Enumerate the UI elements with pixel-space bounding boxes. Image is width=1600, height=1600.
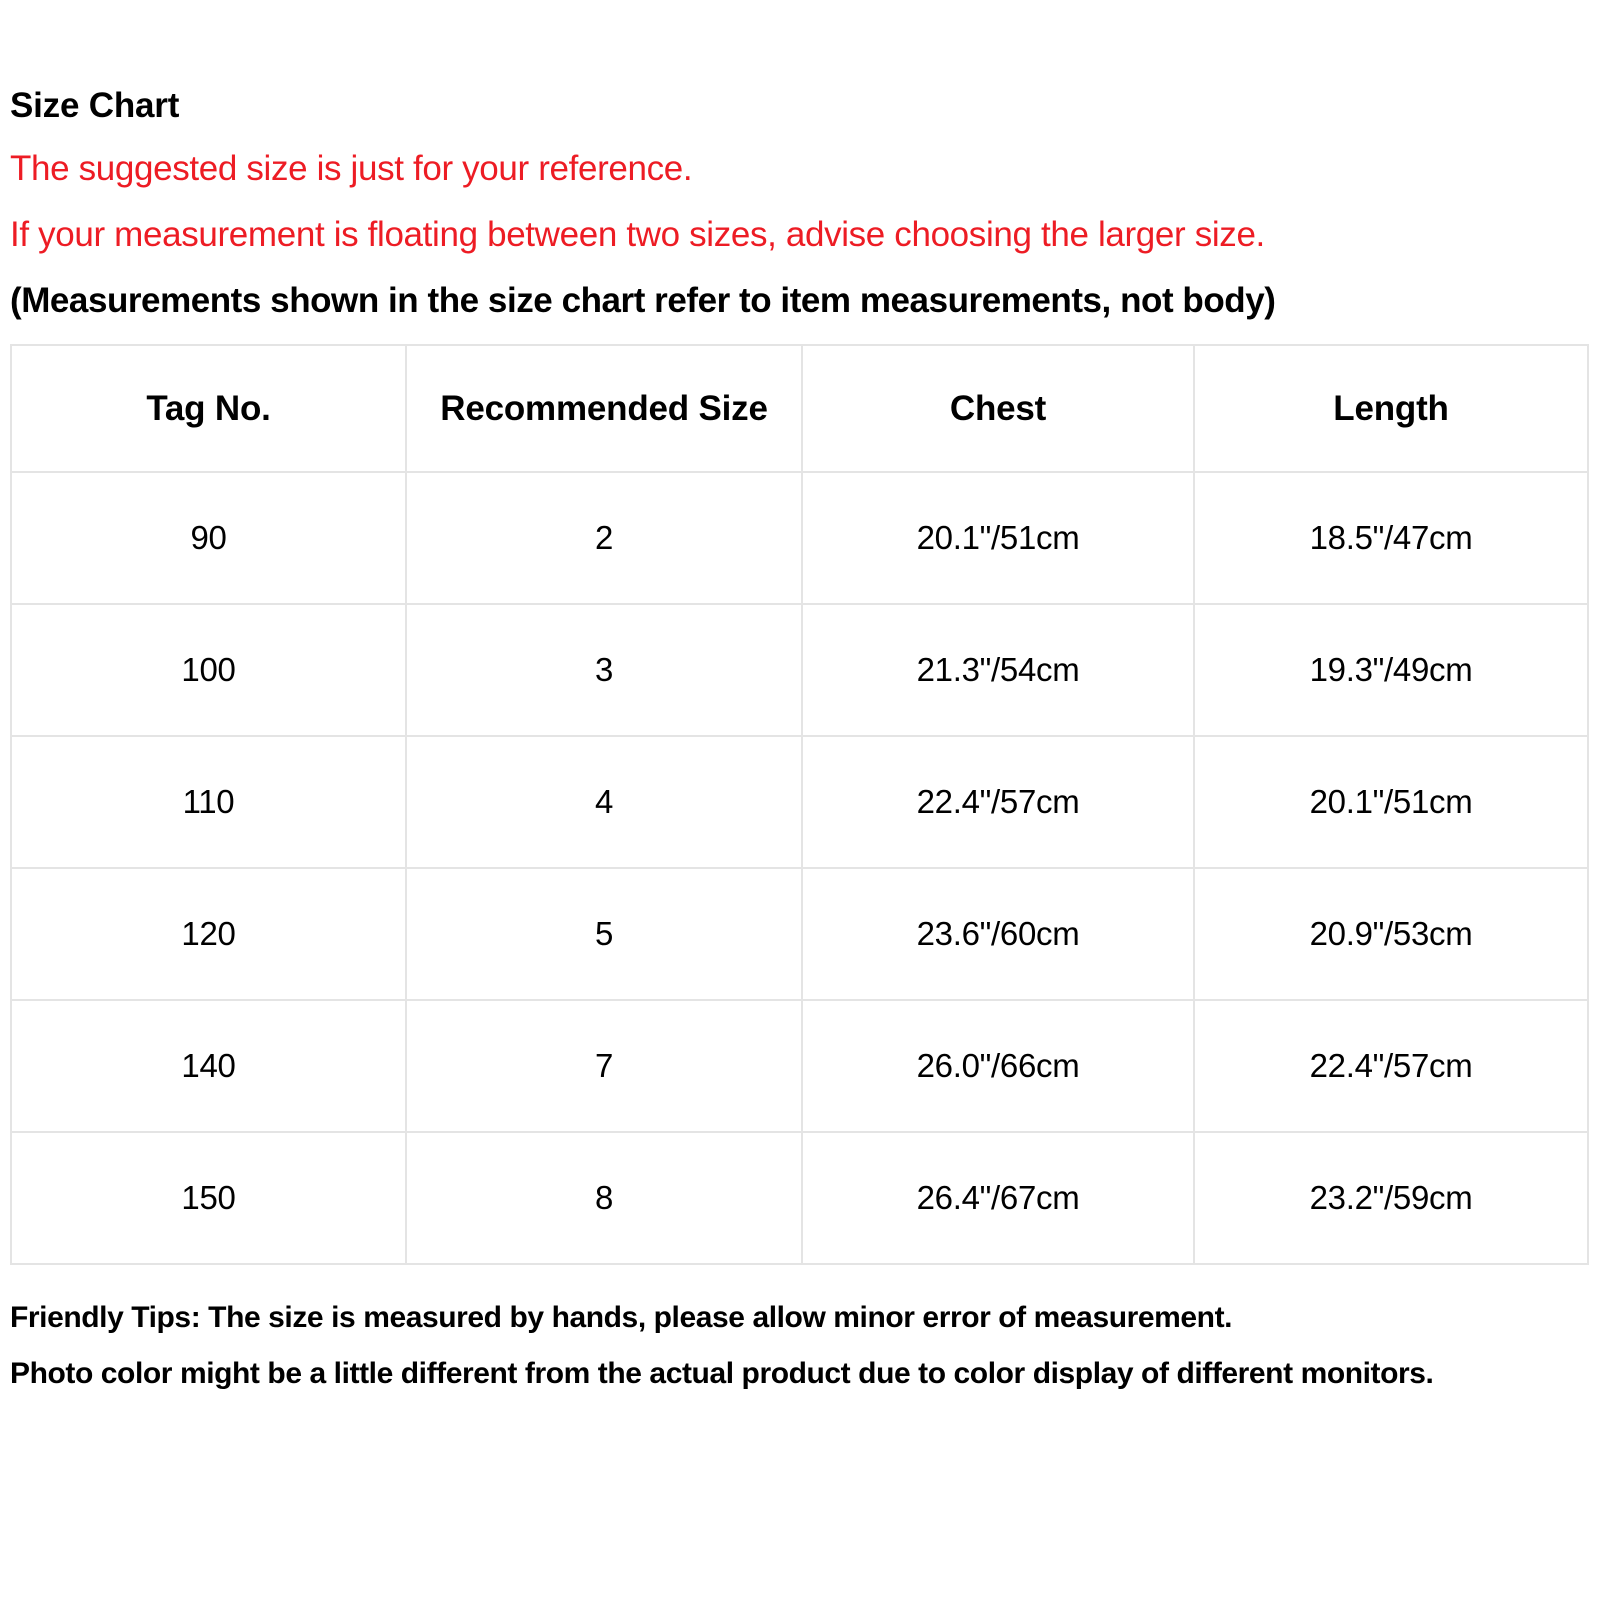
- table-header: Tag No. Recommended Size Chest Length: [10, 344, 1589, 473]
- cell-chest: 22.4"/57cm: [801, 735, 1195, 869]
- note-item-measurements: (Measurements shown in the size chart re…: [10, 281, 1276, 320]
- cell-tag-no: 100: [10, 603, 407, 737]
- cell-recommended-size: 2: [405, 471, 803, 605]
- cell-length: 22.4"/57cm: [1193, 999, 1589, 1133]
- page-title: Size Chart: [10, 86, 180, 125]
- cell-length: 18.5"/47cm: [1193, 471, 1589, 605]
- footer-block: Friendly Tips: The size is measured by h…: [10, 1265, 1590, 1389]
- cell-tag-no: 120: [10, 867, 407, 1001]
- table-row: 150 8 26.4"/67cm 23.2"/59cm: [10, 1131, 1589, 1265]
- cell-recommended-size: 4: [405, 735, 803, 869]
- cell-length: 19.3"/49cm: [1193, 603, 1589, 737]
- table-row: 140 7 26.0"/66cm 22.4"/57cm: [10, 999, 1589, 1133]
- table-header-row: Tag No. Recommended Size Chest Length: [10, 344, 1589, 473]
- size-chart-table: Tag No. Recommended Size Chest Length 90…: [10, 344, 1589, 1265]
- cell-tag-no: 110: [10, 735, 407, 869]
- cell-chest: 26.0"/66cm: [801, 999, 1195, 1133]
- column-header-tag-no: Tag No.: [10, 344, 407, 473]
- cell-length: 23.2"/59cm: [1193, 1131, 1589, 1265]
- table-row: 120 5 23.6"/60cm 20.9"/53cm: [10, 867, 1589, 1001]
- cell-recommended-size: 3: [405, 603, 803, 737]
- note-reference: The suggested size is just for your refe…: [10, 149, 693, 188]
- cell-recommended-size: 7: [405, 999, 803, 1133]
- cell-chest: 20.1"/51cm: [801, 471, 1195, 605]
- column-header-length: Length: [1193, 344, 1589, 473]
- cell-recommended-size: 8: [405, 1131, 803, 1265]
- table-row: 100 3 21.3"/54cm 19.3"/49cm: [10, 603, 1589, 737]
- cell-length: 20.9"/53cm: [1193, 867, 1589, 1001]
- cell-chest: 21.3"/54cm: [801, 603, 1195, 737]
- cell-tag-no: 140: [10, 999, 407, 1133]
- column-header-recommended-size: Recommended Size: [405, 344, 803, 473]
- cell-tag-no: 150: [10, 1131, 407, 1265]
- heading-block: Size Chart The suggested size is just fo…: [10, 0, 1590, 318]
- cell-length: 20.1"/51cm: [1193, 735, 1589, 869]
- cell-chest: 23.6"/60cm: [801, 867, 1195, 1001]
- table-row: 90 2 20.1"/51cm 18.5"/47cm: [10, 471, 1589, 605]
- cell-tag-no: 90: [10, 471, 407, 605]
- cell-chest: 26.4"/67cm: [801, 1131, 1195, 1265]
- cell-recommended-size: 5: [405, 867, 803, 1001]
- note-larger-size: If your measurement is floating between …: [10, 215, 1265, 254]
- footer-note-measurement: Friendly Tips: The size is measured by h…: [10, 1301, 1233, 1334]
- size-chart-page: Size Chart The suggested size is just fo…: [0, 0, 1600, 1600]
- column-header-chest: Chest: [801, 344, 1195, 473]
- footer-note-color: Photo color might be a little different …: [10, 1357, 1434, 1390]
- table-body: 90 2 20.1"/51cm 18.5"/47cm 100 3 21.3"/5…: [10, 471, 1589, 1265]
- table-row: 110 4 22.4"/57cm 20.1"/51cm: [10, 735, 1589, 869]
